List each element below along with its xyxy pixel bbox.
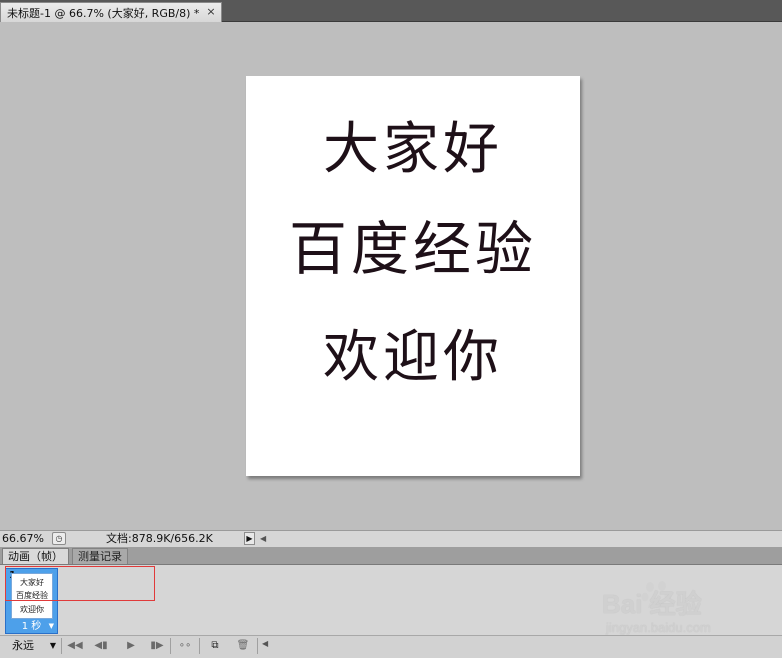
zoom-level-field[interactable]: 66.67% <box>2 532 48 546</box>
document-size: 文档:878.9K/656.2K <box>106 532 213 545</box>
canvas-text-line: 欢迎你 <box>323 325 503 390</box>
loop-select[interactable]: 永远 ▼ <box>2 638 58 654</box>
thumbnail-text: 欢迎你 <box>20 605 44 614</box>
tab-measurement-log[interactable]: 测量记录 <box>72 548 128 564</box>
document-tab[interactable]: 未标题-1 @ 66.7% (大家好, RGB/8) * × <box>0 2 222 22</box>
divider <box>170 638 171 654</box>
watermark-logo-text: Bai 经验 <box>602 589 702 619</box>
animation-toolbar: 永远 ▼ ◀◀ ◀▮ ▶ ▮▶ ∘∘ ⧉ 🗑 ◀ <box>0 635 782 658</box>
status-menu-arrow-icon[interactable]: ▶ <box>244 532 255 545</box>
document-canvas[interactable]: 大家好 百度经验 欢迎你 <box>246 76 580 476</box>
document-tab-title: 未标题-1 @ 66.7% (大家好, RGB/8) * <box>7 6 200 20</box>
divider <box>61 638 62 654</box>
trash-icon[interactable]: 🗑 <box>234 639 252 653</box>
divider <box>257 638 258 654</box>
previous-frame-icon[interactable]: ◀▮ <box>92 639 110 653</box>
watermark-url: jingyan.baidu.com <box>606 620 711 635</box>
highlight-box <box>5 566 155 601</box>
play-icon[interactable]: ▶ <box>122 639 140 653</box>
loop-select-value: 永远 <box>12 639 34 652</box>
baidu-jingyan-watermark: Bai 经验 jingyan.baidu.com <box>598 576 758 638</box>
chevron-down-icon[interactable]: ▼ <box>49 622 54 630</box>
canvas-text-line: 百度经验 <box>288 215 537 283</box>
canvas-text-line: 大家好 <box>323 117 503 182</box>
first-frame-icon[interactable]: ◀◀ <box>66 639 84 653</box>
tween-icon[interactable]: ∘∘ <box>176 639 194 653</box>
status-bar: 66.67% ◷ 文档:878.9K/656.2K ▶ ◀ <box>0 530 782 547</box>
divider <box>199 638 200 654</box>
canvas-area[interactable]: 大家好 百度经验 欢迎你 <box>0 22 782 530</box>
timer-icon[interactable]: ◷ <box>52 532 66 545</box>
scroll-left-icon[interactable]: ◀ <box>260 532 270 545</box>
next-frame-icon[interactable]: ▮▶ <box>148 639 166 653</box>
duplicate-frame-icon[interactable]: ⧉ <box>206 639 224 653</box>
tab-animation-frames[interactable]: 动画（帧） <box>2 548 69 564</box>
close-icon[interactable]: × <box>205 6 217 18</box>
panel-tab-bar: 动画（帧） 测量记录 <box>0 547 782 565</box>
document-tab-bar: 未标题-1 @ 66.7% (大家好, RGB/8) * × <box>0 0 782 22</box>
scroll-left-icon[interactable]: ◀ <box>262 639 268 648</box>
chevron-down-icon: ▼ <box>49 641 56 650</box>
